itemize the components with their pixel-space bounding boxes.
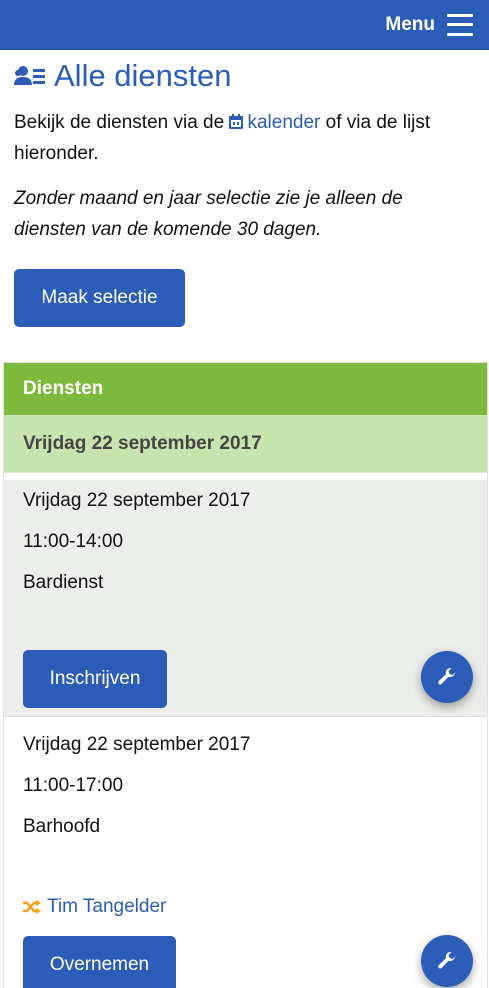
services-panel: Diensten Vrijdag 22 september 2017 Vrijd… [3, 362, 488, 988]
shift-item: Vrijdag 22 september 2017 11:00-17:00 Ba… [4, 724, 487, 988]
users-icon [14, 66, 45, 85]
hamburger-icon [447, 13, 473, 36]
take-over-button[interactable]: Overnemen [23, 936, 176, 988]
calendar-link-label: kalender [247, 112, 321, 133]
signup-button[interactable]: Inschrijven [23, 650, 167, 708]
intro-text: Bekijk de diensten via de kalender of vi… [14, 107, 475, 169]
edit-shift-button[interactable] [421, 651, 473, 703]
menu-button[interactable]: Menu [385, 13, 473, 36]
page-title-row: Alle diensten [14, 58, 475, 93]
shift-time: 11:00-14:00 [23, 530, 124, 552]
selection-note: Zonder maand en jaar selectie zie je all… [14, 188, 403, 240]
calendar-link[interactable]: kalender [229, 112, 320, 133]
shift-role: Barhoofd [23, 815, 101, 837]
page-title: Alle diensten [54, 58, 232, 93]
assigned-person: Tim Tangelder [23, 896, 166, 918]
wrench-icon [438, 951, 456, 969]
shift-time: 11:00-17:00 [23, 774, 124, 796]
top-navbar: Menu [0, 0, 489, 50]
menu-label: Menu [385, 13, 435, 35]
intro-before: Bekijk de diensten via de [14, 112, 225, 133]
shift-date: Vrijdag 22 september 2017 [23, 733, 251, 755]
shift-date: Vrijdag 22 september 2017 [23, 489, 251, 511]
wrench-icon [438, 667, 456, 685]
shift-item: Vrijdag 22 september 2017 11:00-14:00 Ba… [4, 480, 487, 717]
calendar-icon [229, 114, 244, 129]
shuffle-icon [23, 900, 41, 914]
panel-header: Diensten [4, 363, 487, 415]
select-button[interactable]: Maak selectie [14, 269, 185, 327]
main-content: Alle diensten Bekijk de diensten via de … [0, 58, 489, 327]
shift-role: Bardienst [23, 571, 104, 593]
person-link[interactable]: Tim Tangelder [47, 896, 166, 918]
edit-shift-button[interactable] [421, 935, 473, 987]
day-header: Vrijdag 22 september 2017 [4, 415, 487, 473]
